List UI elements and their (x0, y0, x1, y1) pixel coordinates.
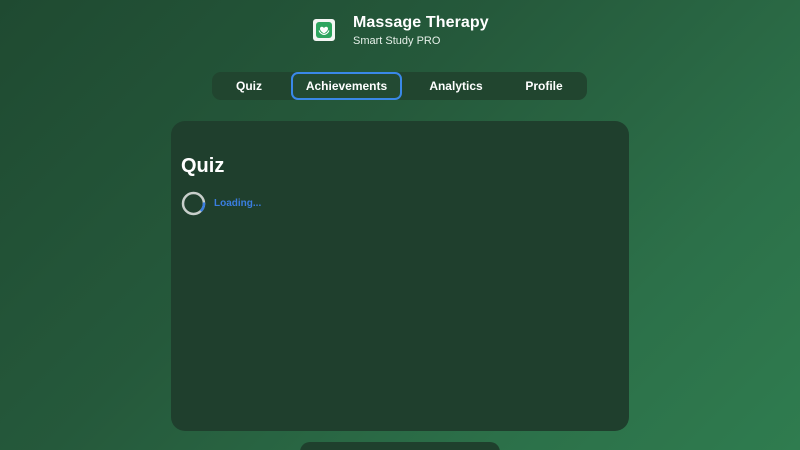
tab-profile[interactable]: Profile (512, 72, 576, 100)
app-header: Massage Therapy Smart Study PRO (313, 14, 489, 48)
page-title: Quiz (181, 155, 225, 177)
loading-text: Loading... (214, 198, 262, 209)
app-logo (313, 19, 335, 41)
app-title: Massage Therapy (353, 14, 489, 31)
tab-analytics[interactable]: Analytics (417, 72, 495, 100)
spinner-icon (181, 191, 206, 216)
app-titles: Massage Therapy Smart Study PRO (353, 14, 489, 48)
nav-bar: Quiz Achievements Analytics Profile (212, 72, 587, 100)
tab-achievements[interactable]: Achievements (291, 72, 402, 100)
main-card: Quiz Loading... (171, 121, 629, 431)
bottom-panel (300, 442, 500, 450)
loading-indicator: Loading... (181, 191, 261, 216)
tab-quiz[interactable]: Quiz (224, 72, 274, 100)
heart-hands-icon (316, 22, 332, 38)
app-subtitle: Smart Study PRO (353, 35, 441, 47)
